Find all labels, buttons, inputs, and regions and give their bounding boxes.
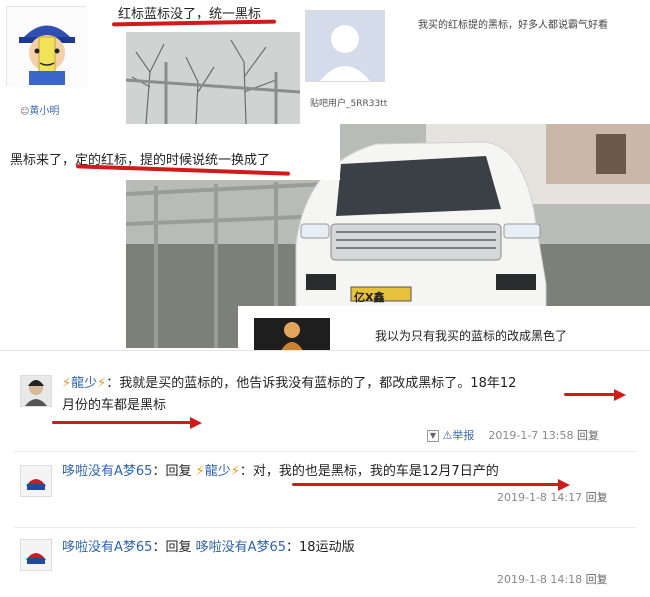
report-link[interactable]: ⚠举报 — [443, 429, 475, 442]
red-arrow-line — [564, 393, 616, 396]
username-right[interactable]: 贴吧用户_5RR33tt — [310, 96, 387, 109]
red-arrow-line — [292, 483, 560, 486]
avatar[interactable] — [254, 318, 330, 352]
reply-link[interactable]: 回复 — [586, 491, 608, 504]
comment-meta: 2019-1-8 14:18 回复 — [497, 571, 608, 587]
comment-time: 2019-1-7 13:58 — [488, 429, 574, 442]
lightning-icon: ⚡ — [97, 376, 107, 391]
reply-to-user[interactable]: 哆啦没有A梦65 — [196, 540, 286, 555]
comment-body: ：我就是买的蓝标的，他告诉我没有蓝标的了，都改成黑标了。18年12 — [106, 376, 517, 391]
red-arrow-head — [614, 389, 626, 401]
default-avatar-icon — [306, 11, 384, 81]
cartoon-avatar-icon — [7, 7, 87, 87]
caption-top: 红标蓝标没了，统一黑标 — [118, 7, 262, 22]
comment-text: ⚡龍少⚡：我就是买的蓝标的，他告诉我没有蓝标的了，都改成黑标了。18年12 月份… — [62, 373, 632, 417]
comment-thread: ⚡龍少⚡：我就是买的蓝标的，他告诉我没有蓝标的了，都改成黑标了。18年12 月份… — [0, 350, 650, 596]
avatar[interactable] — [20, 465, 52, 497]
lightning-icon: ⚡ — [62, 376, 72, 391]
figure-avatar-icon — [254, 318, 330, 352]
list-item: 哆啦没有A梦65：回复 ⚡龍少⚡：对，我的也是黑标，我的车是12月7日产的 20… — [0, 459, 650, 523]
avatar[interactable] — [20, 539, 52, 571]
comment-prefix: ：回复 — [152, 540, 192, 555]
caption-middle: 黑标来了，定的红标，提的时候说统一换成了 — [10, 153, 271, 168]
list-item: 哆啦没有A梦65：回复 哆啦没有A梦65：18运动版 2019-1-8 14:1… — [0, 533, 650, 597]
comment-body: ：18运动版 — [286, 540, 355, 555]
doraemon-avatar-icon — [21, 466, 51, 496]
comment-body: ：对，我的也是黑标，我的车是12月7日产的 — [239, 464, 499, 479]
avatar[interactable] — [20, 375, 52, 407]
comment-right: 我买的红标提的黑标，好多人都说霸气好看 — [418, 20, 608, 31]
comment-body: 月份的车都是黑标 — [62, 398, 167, 413]
divider — [14, 527, 636, 528]
warning-icon: ⚠ — [442, 429, 453, 442]
lightning-icon: ⚡ — [230, 464, 240, 479]
reply-to-user[interactable]: 龍少 — [205, 464, 231, 479]
comment-author[interactable]: 龍少 — [71, 376, 97, 391]
doraemon-avatar-icon — [21, 540, 51, 570]
comment-time: 2019-1-8 14:18 — [497, 573, 583, 586]
red-arrow-line — [52, 421, 192, 424]
username-left[interactable]: ☺黄小明 — [20, 102, 59, 117]
chevron-down-icon[interactable]: ▼ — [427, 430, 439, 442]
comment-text: 哆啦没有A梦65：回复 ⚡龍少⚡：对，我的也是黑标，我的车是12月7日产的 — [62, 461, 632, 483]
comment-author[interactable]: 哆啦没有A梦65 — [62, 540, 152, 555]
comment-author[interactable]: 哆啦没有A梦65 — [62, 464, 152, 479]
comment-meta: ▼ ⚠举报 2019-1-7 13:58 回复 — [427, 427, 599, 443]
railing-photo — [126, 32, 300, 124]
lightning-icon: ⚡ — [195, 464, 205, 479]
user-icon: ☺ — [20, 107, 30, 117]
divider — [14, 451, 636, 452]
reply-link[interactable]: 回复 — [577, 429, 599, 442]
list-item: ⚡龍少⚡：我就是买的蓝标的，他告诉我没有蓝标的了，都改成黑标了。18年12 月份… — [0, 369, 650, 449]
foggy-trees-icon — [126, 32, 300, 124]
license-plate: 亿X鑫 — [354, 291, 385, 304]
person-avatar-icon — [21, 376, 51, 406]
avatar[interactable] — [305, 10, 385, 82]
comment-text: 哆啦没有A梦65：回复 哆啦没有A梦65：18运动版 — [62, 537, 632, 559]
avatar[interactable] — [6, 6, 87, 87]
red-arrow-head — [190, 417, 202, 429]
comment-time: 2019-1-8 14:17 — [497, 491, 583, 504]
comment-prefix: ：回复 — [152, 464, 192, 479]
reply-link[interactable]: 回复 — [586, 573, 608, 586]
caption-lower: 我以为只有我买的蓝标的改成黑色了 — [375, 329, 568, 343]
comment-meta: 2019-1-8 14:17 回复 — [497, 489, 608, 505]
